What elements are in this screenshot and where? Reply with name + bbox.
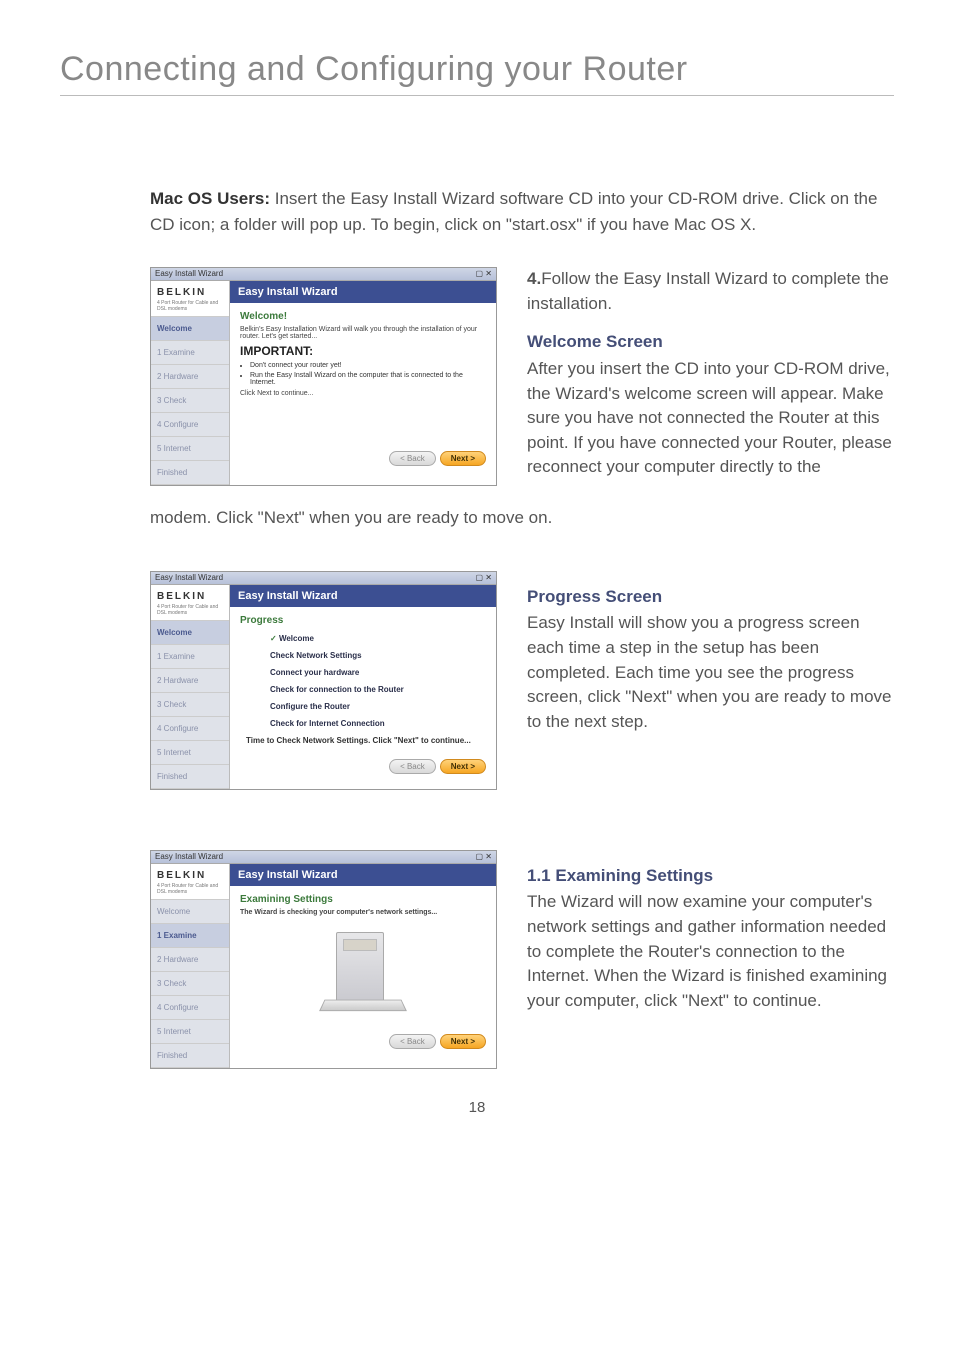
step4-body: Follow the Easy Install Wizard to comple…: [527, 269, 889, 313]
mac-intro-paragraph: Mac OS Users: Insert the Easy Install Wi…: [150, 186, 894, 237]
sidebar-step-internet: 5 Internet: [151, 741, 229, 765]
next-button[interactable]: Next >: [440, 1034, 486, 1049]
wizard-window-title: Easy Install Wizard: [155, 572, 223, 584]
wizard-sidebar: BELKIN 4 Port Router for Cable and DSL m…: [151, 585, 230, 789]
wizard-window-title: Easy Install Wizard: [155, 851, 223, 863]
sidebar-step-hardware: 2 Hardware: [151, 669, 229, 693]
welcome-body-wrap: modem. Click "Next" when you are ready t…: [150, 506, 894, 531]
sidebar-step-hardware: 2 Hardware: [151, 365, 229, 389]
next-button[interactable]: Next >: [440, 451, 486, 466]
progress-heading: Progress Screen: [527, 585, 894, 610]
sidebar-step-examine: 1 Examine: [151, 924, 229, 948]
wiz3-line1: The Wizard is checking your computer's n…: [240, 909, 486, 916]
wizard-banner: Easy Install Wizard: [230, 281, 496, 303]
wizard-sidebar: BELKIN 4 Port Router for Cable and DSL m…: [151, 864, 230, 1068]
step4-lead: 4.: [527, 269, 541, 288]
sidebar-step-configure: 4 Configure: [151, 413, 229, 437]
next-button[interactable]: Next >: [440, 759, 486, 774]
examining-body: The Wizard will now examine your compute…: [527, 890, 894, 1013]
wiz2-heading: Progress: [240, 615, 486, 626]
wizard-banner: Easy Install Wizard: [230, 864, 496, 886]
sidebar-step-welcome: Welcome: [151, 900, 229, 924]
progress-body: Easy Install will show you a progress sc…: [527, 611, 894, 734]
wiz1-bullet2: Run the Easy Install Wizard on the compu…: [250, 372, 486, 386]
wiz2-note: Time to Check Network Settings. Click "N…: [246, 736, 486, 745]
wizard-progress-screenshot: Easy Install Wizard ▢ ✕ BELKIN 4 Port Ro…: [150, 571, 497, 790]
welcome-body-part1: After you insert the CD into your CD-ROM…: [527, 357, 894, 480]
computer-illustration: [318, 922, 408, 1012]
wiz1-line2: Click Next to continue...: [240, 390, 486, 397]
sidebar-step-configure: 4 Configure: [151, 717, 229, 741]
wizard-welcome-screenshot: Easy Install Wizard ▢ ✕ BELKIN 4 Port Ro…: [150, 267, 497, 486]
page-title: Connecting and Configuring your Router: [60, 50, 894, 89]
progress-item-connect-hw: Connect your hardware: [270, 668, 486, 677]
sidebar-step-finished: Finished: [151, 765, 229, 789]
sidebar-step-examine: 1 Examine: [151, 341, 229, 365]
window-controls-icon: ▢ ✕: [476, 851, 492, 863]
sidebar-step-check: 3 Check: [151, 972, 229, 996]
wiz1-important: IMPORTANT:: [240, 344, 486, 358]
mac-intro-lead: Mac OS Users:: [150, 189, 270, 208]
sidebar-step-internet: 5 Internet: [151, 437, 229, 461]
sidebar-step-finished: Finished: [151, 461, 229, 485]
wizard-banner: Easy Install Wizard: [230, 585, 496, 607]
window-controls-icon: ▢ ✕: [476, 268, 492, 280]
wizard-window-title: Easy Install Wizard: [155, 268, 223, 280]
sidebar-step-configure: 4 Configure: [151, 996, 229, 1020]
wizard-titlebar: Easy Install Wizard ▢ ✕: [151, 572, 496, 585]
page-number: 18: [60, 1099, 894, 1116]
back-button[interactable]: < Back: [389, 451, 436, 466]
progress-item-check-router: Check for connection to the Router: [270, 685, 486, 694]
progress-item-check-network: Check Network Settings: [270, 651, 486, 660]
wizard-titlebar: Easy Install Wizard ▢ ✕: [151, 851, 496, 864]
sidebar-step-hardware: 2 Hardware: [151, 948, 229, 972]
window-controls-icon: ▢ ✕: [476, 572, 492, 584]
title-divider: [60, 95, 894, 96]
wizard-examining-screenshot: Easy Install Wizard ▢ ✕ BELKIN 4 Port Ro…: [150, 850, 497, 1069]
belkin-sublogo: 4 Port Router for Cable and DSL modems: [151, 300, 229, 317]
progress-item-configure: Configure the Router: [270, 702, 486, 711]
belkin-sublogo: 4 Port Router for Cable and DSL modems: [151, 883, 229, 900]
sidebar-step-check: 3 Check: [151, 389, 229, 413]
sidebar-step-check: 3 Check: [151, 693, 229, 717]
wiz1-bullet1: Don't connect your router yet!: [250, 362, 486, 369]
examining-heading: 1.1 Examining Settings: [527, 864, 894, 889]
step4-text: 4.Follow the Easy Install Wizard to comp…: [527, 267, 894, 316]
progress-item-welcome: Welcome: [270, 634, 486, 643]
back-button[interactable]: < Back: [389, 1034, 436, 1049]
wiz1-line1: Belkin's Easy Installation Wizard will w…: [240, 326, 486, 340]
sidebar-step-examine: 1 Examine: [151, 645, 229, 669]
sidebar-step-welcome: Welcome: [151, 621, 229, 645]
wizard-titlebar: Easy Install Wizard ▢ ✕: [151, 268, 496, 281]
wiz3-heading: Examining Settings: [240, 894, 486, 905]
welcome-heading: Welcome Screen: [527, 330, 894, 355]
belkin-logo: BELKIN: [151, 585, 229, 604]
progress-item-check-internet: Check for Internet Connection: [270, 719, 486, 728]
sidebar-step-finished: Finished: [151, 1044, 229, 1068]
sidebar-step-internet: 5 Internet: [151, 1020, 229, 1044]
sidebar-step-welcome: Welcome: [151, 317, 229, 341]
belkin-logo: BELKIN: [151, 864, 229, 883]
belkin-logo: BELKIN: [151, 281, 229, 300]
belkin-sublogo: 4 Port Router for Cable and DSL modems: [151, 604, 229, 621]
back-button[interactable]: < Back: [389, 759, 436, 774]
wiz1-heading: Welcome!: [240, 311, 486, 322]
wizard-sidebar: BELKIN 4 Port Router for Cable and DSL m…: [151, 281, 230, 485]
